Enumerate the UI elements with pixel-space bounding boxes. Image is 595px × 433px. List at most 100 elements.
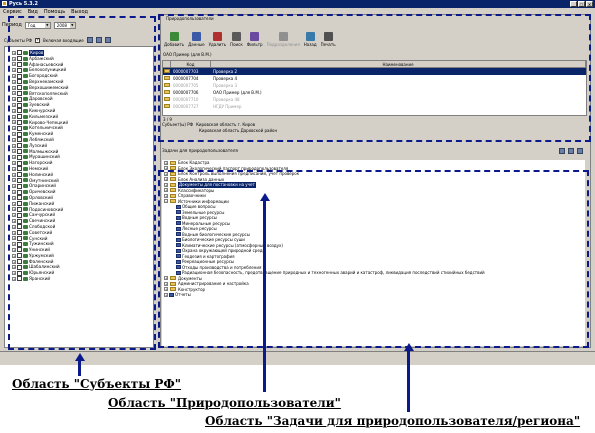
add-button[interactable]: Добавить	[164, 32, 184, 47]
period-select[interactable]: Год ▼	[24, 21, 51, 29]
search-button[interactable]: Поиск	[230, 32, 243, 47]
subject-checkbox[interactable]	[17, 137, 22, 143]
subject-checkbox[interactable]	[17, 50, 22, 56]
subject-checkbox[interactable]	[17, 131, 22, 137]
subject-checkbox[interactable]	[17, 73, 22, 79]
expand-icon[interactable]: +	[12, 213, 16, 218]
refresh-icon[interactable]	[104, 37, 111, 43]
subject-checkbox[interactable]	[17, 102, 22, 108]
subject-checkbox[interactable]	[17, 247, 22, 253]
subject-checkbox[interactable]	[17, 90, 22, 96]
subject-checkbox[interactable]	[17, 154, 22, 160]
expand-icon[interactable]: +	[164, 292, 168, 297]
subject-checkbox[interactable]	[17, 61, 22, 67]
subject-checkbox[interactable]	[17, 148, 22, 154]
expand-icon[interactable]: +	[12, 149, 16, 154]
table-row[interactable]: 0000007710 Проверка 48	[163, 96, 586, 103]
subject-checkbox[interactable]	[17, 125, 22, 131]
subject-checkbox[interactable]	[17, 253, 22, 259]
subject-checkbox[interactable]	[17, 189, 22, 195]
grid-header-name[interactable]: Наименование	[211, 61, 586, 67]
expand-icon[interactable]: +	[12, 178, 16, 183]
subject-checkbox[interactable]	[17, 177, 22, 183]
table-row[interactable]: 0000007727 НГДУ Пример	[163, 103, 586, 110]
grid-icon[interactable]	[568, 148, 574, 154]
table-row[interactable]: 0000007704 Проверка 4	[163, 75, 586, 82]
expand-icon[interactable]: +	[12, 79, 16, 84]
close-icon[interactable]: ×	[586, 1, 593, 7]
expand-icon[interactable]: +	[12, 172, 16, 177]
departments-button[interactable]: Подразделения	[267, 32, 300, 47]
expand-icon[interactable]: +	[12, 97, 16, 102]
expand-icon[interactable]: +	[12, 103, 16, 108]
expand-icon[interactable]: +	[12, 259, 16, 264]
tree-view-icon[interactable]	[86, 37, 93, 43]
expand-icon[interactable]: +	[12, 108, 16, 113]
subject-checkbox[interactable]	[17, 235, 22, 241]
table-row[interactable]: 0000007705 Проверка 3	[163, 82, 586, 89]
expand-icon[interactable]: +	[12, 132, 16, 137]
expand-icon[interactable]: +	[164, 287, 168, 292]
users-tab[interactable]: Природопользователи	[166, 16, 214, 21]
subject-checkbox[interactable]	[17, 166, 22, 172]
expand-icon[interactable]: +	[12, 126, 16, 131]
subject-checkbox[interactable]	[17, 119, 22, 125]
maximize-icon[interactable]: □	[578, 1, 585, 7]
expand-icon[interactable]: +	[12, 62, 16, 67]
subject-checkbox[interactable]	[17, 108, 22, 114]
expand-icon[interactable]: −	[164, 199, 168, 204]
expand-icon[interactable]: +	[12, 276, 16, 281]
expand-icon[interactable]: +	[12, 161, 16, 166]
print-button[interactable]: Печать	[321, 32, 336, 47]
subject-checkbox[interactable]	[17, 230, 22, 236]
expand-icon[interactable]: +	[12, 219, 16, 223]
subject-checkbox[interactable]	[17, 114, 22, 120]
menu-item-exit[interactable]: Выход	[71, 8, 88, 16]
subject-checkbox[interactable]	[17, 206, 22, 212]
expand-icon[interactable]: +	[12, 190, 16, 195]
expand-icon[interactable]: +	[164, 281, 168, 286]
expand-icon[interactable]: +	[12, 236, 16, 241]
expand-icon[interactable]: +	[12, 195, 16, 200]
expand-icon[interactable]: +	[12, 207, 16, 212]
table-row[interactable]: 0000007703 Проверка 2	[163, 68, 586, 75]
expand-icon[interactable]: +	[164, 188, 168, 193]
subject-checkbox[interactable]	[17, 270, 22, 276]
delete-button[interactable]: Удалить	[209, 32, 226, 47]
expand-icon[interactable]: +	[164, 182, 168, 187]
subject-checkbox[interactable]	[17, 276, 22, 282]
filter-button[interactable]: Фильтр	[247, 32, 263, 47]
subject-checkbox[interactable]	[17, 85, 22, 91]
expand-icon[interactable]: +	[12, 230, 16, 235]
back-button[interactable]: Назад	[304, 32, 317, 47]
list-view-icon[interactable]	[95, 37, 102, 43]
subject-checkbox[interactable]	[17, 224, 22, 230]
subject-checkbox[interactable]	[17, 67, 22, 73]
expand-icon[interactable]: +	[164, 193, 168, 198]
expand-icon[interactable]: +	[12, 50, 16, 55]
subject-checkbox[interactable]	[17, 79, 22, 85]
subject-checkbox[interactable]	[17, 195, 22, 201]
subject-checkbox[interactable]	[17, 56, 22, 62]
expand-icon[interactable]: +	[12, 184, 16, 189]
expand-icon[interactable]: +	[12, 74, 16, 79]
table-row[interactable]: 0000007706 ОАО Пример (для В.М.)	[163, 89, 586, 96]
expand-icon[interactable]: +	[12, 91, 16, 96]
year-select[interactable]: 2008 ▼	[53, 21, 76, 29]
expand-icon[interactable]: +	[12, 56, 16, 61]
menu-item-help[interactable]: Помощь	[44, 8, 65, 16]
expand-icon[interactable]: +	[12, 120, 16, 125]
expand-icon[interactable]: +	[164, 166, 168, 171]
include-nested-checkbox[interactable]	[34, 37, 40, 43]
expand-icon[interactable]: +	[12, 201, 16, 206]
export-icon[interactable]	[577, 148, 583, 154]
expand-icon[interactable]: +	[12, 224, 16, 229]
expand-icon[interactable]: +	[164, 276, 168, 281]
subject-checkbox[interactable]	[17, 183, 22, 189]
expand-icon[interactable]: +	[12, 68, 16, 73]
expand-icon[interactable]: +	[12, 137, 16, 142]
minimize-icon[interactable]: _	[570, 1, 577, 7]
subject-checkbox[interactable]	[17, 201, 22, 207]
subject-checkbox[interactable]	[17, 160, 22, 166]
expand-icon[interactable]: +	[12, 85, 16, 90]
